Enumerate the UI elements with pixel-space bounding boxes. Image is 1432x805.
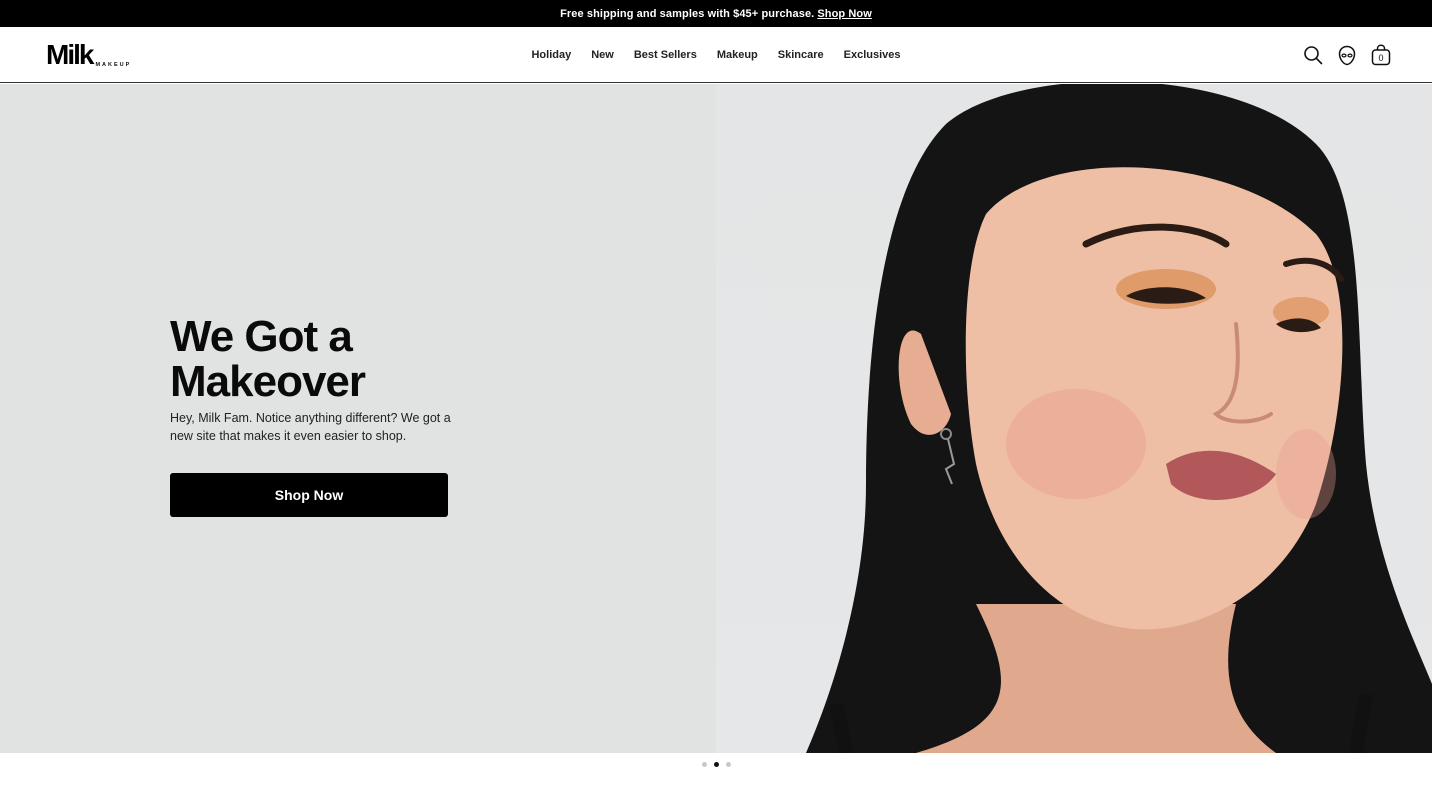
cart-count: 0 [1378, 52, 1384, 63]
hero-shop-now-button[interactable]: Shop Now [170, 473, 448, 517]
nav-item-best-sellers[interactable]: Best Sellers [634, 49, 697, 61]
site-header: Milk MAKEUP Holiday New Best Sellers Mak… [0, 27, 1432, 83]
logo-wordmark: Milk [46, 39, 94, 70]
header-icons: 0 [1302, 44, 1392, 66]
nav-item-makeup[interactable]: Makeup [717, 49, 758, 61]
promo-bar: Free shipping and samples with $45+ purc… [0, 0, 1432, 27]
hero-banner: We Got a Makeover Hey, Milk Fam. Notice … [0, 84, 1432, 753]
main-nav: Holiday New Best Sellers Makeup Skincare… [0, 27, 1432, 83]
model-portrait-illustration [806, 84, 1432, 753]
nav-item-new[interactable]: New [591, 49, 614, 61]
hero-title-line-2: Makeover [170, 357, 366, 406]
shopping-bag-icon[interactable]: 0 [1370, 44, 1392, 66]
hero-subtitle: Hey, Milk Fam. Notice anything different… [170, 411, 451, 443]
carousel-dot-2[interactable] [713, 762, 719, 767]
carousel-dot-1[interactable] [701, 762, 707, 767]
carousel-dot-3[interactable] [725, 762, 731, 767]
milk-makeup-logo[interactable]: Milk MAKEUP [46, 41, 131, 69]
promo-text: Free shipping and samples with $45+ purc… [560, 7, 815, 20]
alien-account-icon[interactable] [1336, 44, 1358, 66]
promo-shop-now-link[interactable]: Shop Now [817, 8, 872, 20]
nav-item-holiday[interactable]: Holiday [531, 49, 571, 61]
hero-model-image [716, 84, 1432, 753]
hero-title-line-1: We Got a [170, 312, 353, 361]
logo-subtext: MAKEUP [95, 62, 132, 68]
nav-item-exclusives[interactable]: Exclusives [844, 49, 901, 61]
carousel-dots [0, 762, 1432, 767]
search-icon[interactable] [1302, 44, 1324, 66]
hero-title: We Got a Makeover [170, 312, 366, 406]
nav-item-skincare[interactable]: Skincare [778, 49, 824, 61]
